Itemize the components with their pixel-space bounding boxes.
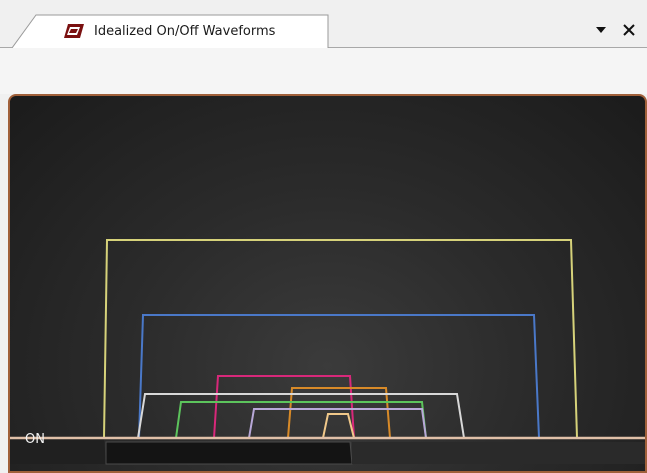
dropdown-arrow-icon[interactable] <box>593 22 609 38</box>
tab-idealized-waveforms[interactable]: Idealized On/Off Waveforms <box>12 14 330 49</box>
off-region <box>352 442 645 464</box>
magenta-waveform <box>213 375 355 439</box>
content-area <box>0 48 647 94</box>
waveform-canvas <box>10 239 645 465</box>
waveform-plot: ON <box>8 94 647 473</box>
waveform-window: Idealized On/Off Waveforms ON <box>0 0 647 473</box>
window-controls <box>593 18 637 42</box>
ltspice-waveform-icon <box>62 23 86 39</box>
close-icon[interactable] <box>621 22 637 38</box>
white-waveform <box>137 393 465 439</box>
tab-title: Idealized On/Off Waveforms <box>94 24 276 39</box>
gate-pulse <box>105 441 353 465</box>
on-state-label: ON <box>25 432 45 447</box>
peach-waveform <box>322 413 355 439</box>
tab-strip: Idealized On/Off Waveforms <box>0 0 647 49</box>
